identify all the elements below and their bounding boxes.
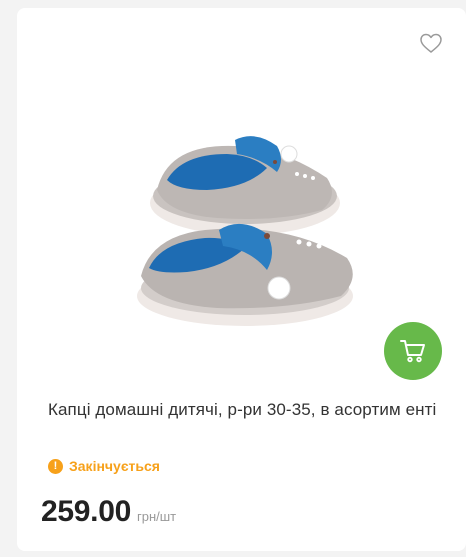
price-unit: грн/шт <box>136 509 177 524</box>
product-title[interactable]: Капці домашні дитячі, р-ри 30-35, в асор… <box>48 397 448 423</box>
product-card[interactable]: Капці домашні дитячі, р-ри 30-35, в асор… <box>17 8 466 551</box>
cart-icon <box>400 340 425 363</box>
back-slipper <box>150 136 340 235</box>
heart-outline-icon <box>420 33 442 53</box>
stock-status: ! Закінчується <box>48 457 160 475</box>
favorite-button[interactable] <box>419 32 443 54</box>
exclamation-icon: ! <box>48 458 63 474</box>
product-image[interactable] <box>127 118 367 338</box>
price-block: 259.00 грн/шт <box>41 495 176 529</box>
add-to-cart-button[interactable] <box>384 322 442 380</box>
stock-status-label: Закінчується <box>69 458 160 474</box>
front-slipper <box>137 223 353 326</box>
price-value: 259.00 <box>41 495 131 528</box>
